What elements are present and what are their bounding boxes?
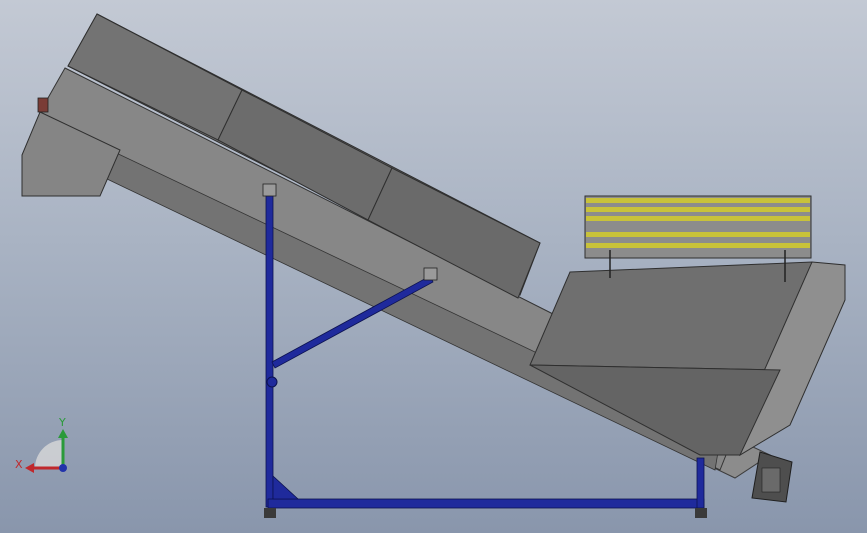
foot-right (695, 508, 707, 518)
x-axis-label: X (15, 458, 23, 471)
z-axis-dot (59, 464, 67, 472)
rail-5 (586, 243, 810, 248)
foot-left (264, 508, 276, 518)
x-axis-head (25, 463, 34, 473)
triad-plane-wedge (35, 440, 63, 468)
y-axis-head (58, 429, 68, 438)
frame-right-post (696, 457, 705, 509)
housing-front-face (529, 261, 813, 371)
rail-4 (586, 232, 810, 237)
y-axis-label: Y (58, 416, 66, 429)
pivot-joint (266, 376, 278, 388)
rail-2 (586, 207, 810, 212)
rail-3 (586, 216, 810, 221)
coordinate-triad: Y X (15, 416, 68, 473)
inlet-flange (37, 97, 49, 113)
rail-1 (586, 198, 810, 203)
rail-frame (584, 195, 812, 259)
brace-mount-bracket (423, 267, 438, 281)
frame-vertical-post (265, 191, 274, 508)
discharge-housing (529, 261, 846, 503)
upper-mount-bracket (262, 183, 277, 197)
motor-fins (761, 467, 781, 493)
cad-viewport[interactable]: Y X (0, 0, 867, 533)
frame-gusset (272, 475, 300, 500)
conveyor-model-svg: Y X (15, 13, 846, 518)
frame-base-beam (267, 498, 705, 509)
